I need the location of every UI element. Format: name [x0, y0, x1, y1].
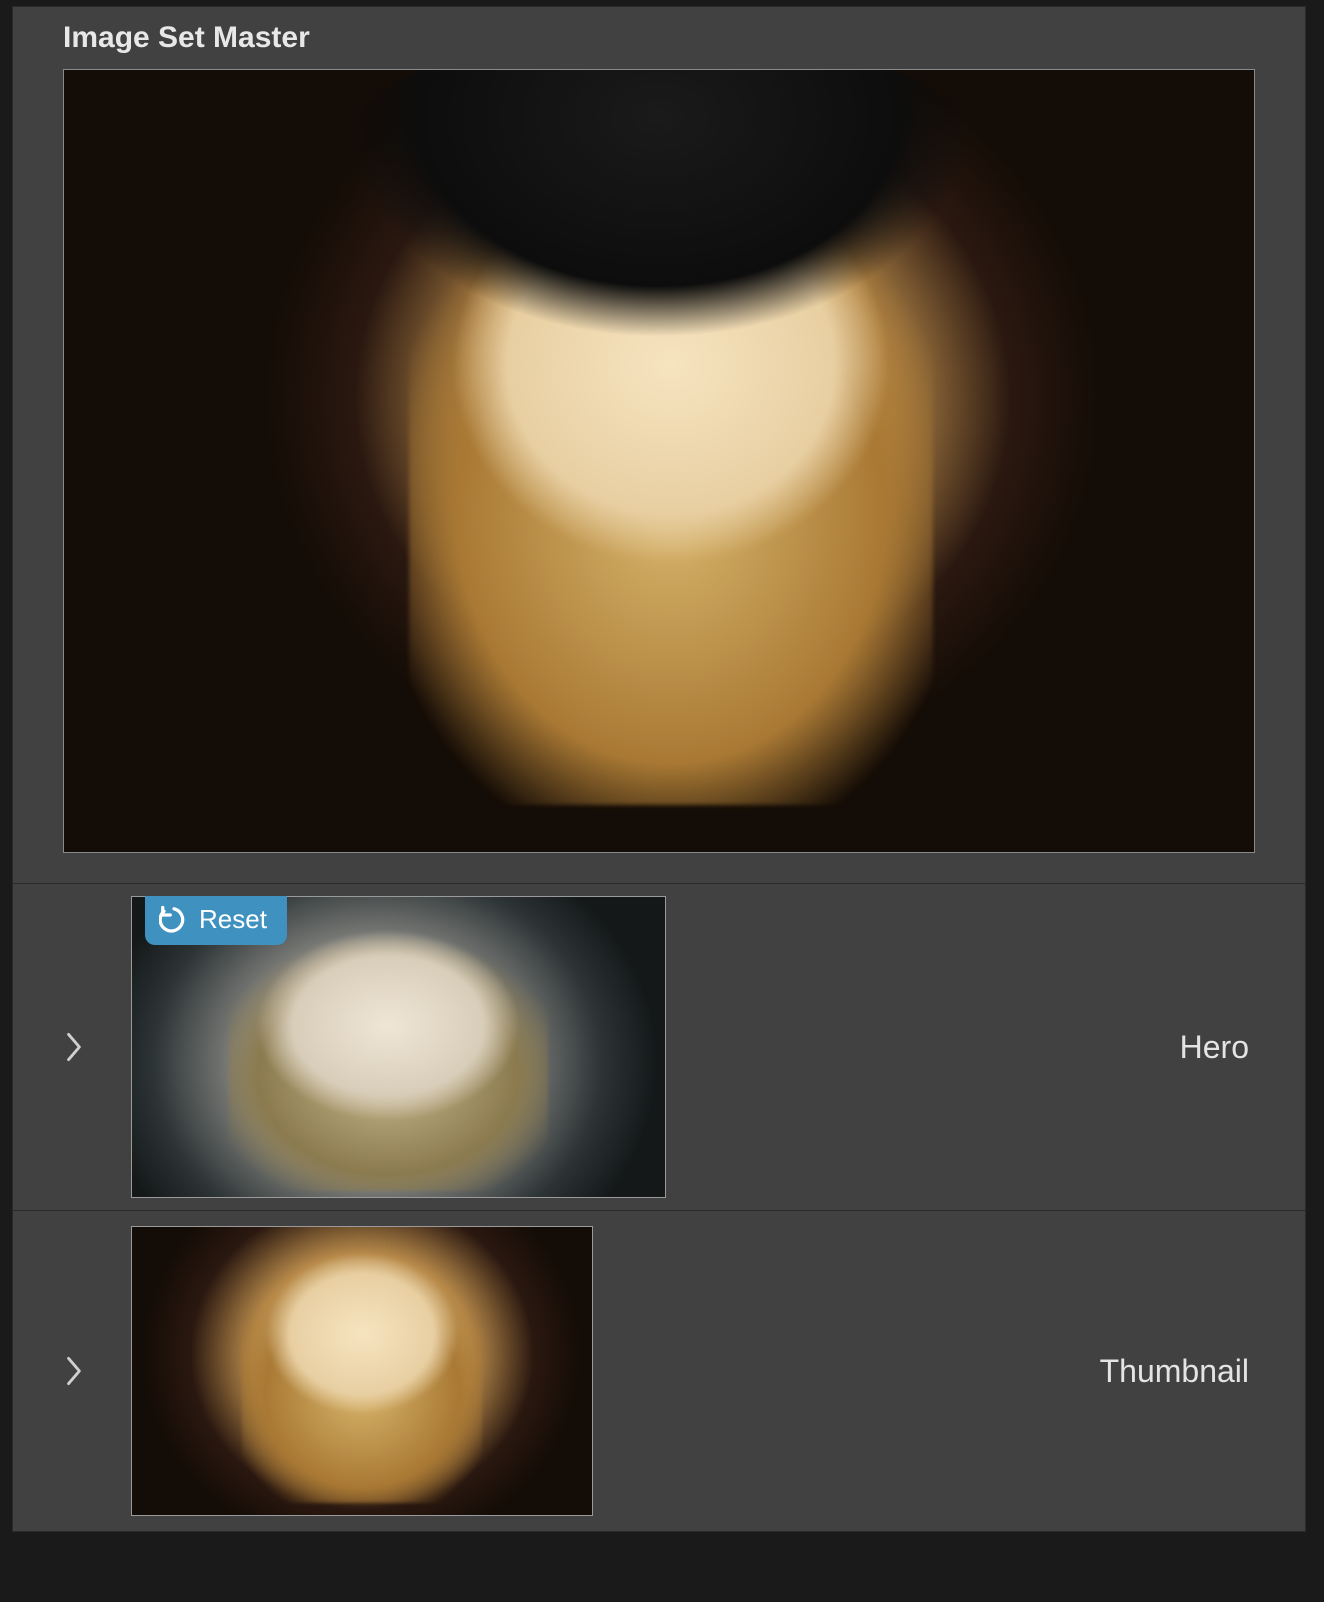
master-section: Image Set Master: [13, 7, 1305, 884]
thumbnail-thumbnail-image[interactable]: [131, 1226, 593, 1516]
image-set-panel: Image Set Master Reset Hero: [12, 6, 1306, 1532]
hero-thumb-wrap: Reset: [131, 896, 666, 1198]
variant-label: Hero: [1180, 1029, 1255, 1066]
chevron-right-icon: [63, 1029, 85, 1065]
expand-button[interactable]: [63, 1029, 103, 1065]
reset-button-label: Reset: [199, 904, 267, 935]
master-image[interactable]: [63, 69, 1255, 853]
thumbnail-thumb-wrap: [131, 1226, 593, 1516]
expand-button[interactable]: [63, 1353, 103, 1389]
master-title: Image Set Master: [63, 21, 1255, 55]
variant-label: Thumbnail: [1100, 1353, 1255, 1390]
variant-row-hero: Reset Hero: [13, 884, 1305, 1211]
chevron-right-icon: [63, 1353, 85, 1389]
variant-row-thumbnail: Thumbnail: [13, 1211, 1305, 1531]
reset-button[interactable]: Reset: [145, 896, 287, 945]
undo-icon: [159, 905, 189, 935]
